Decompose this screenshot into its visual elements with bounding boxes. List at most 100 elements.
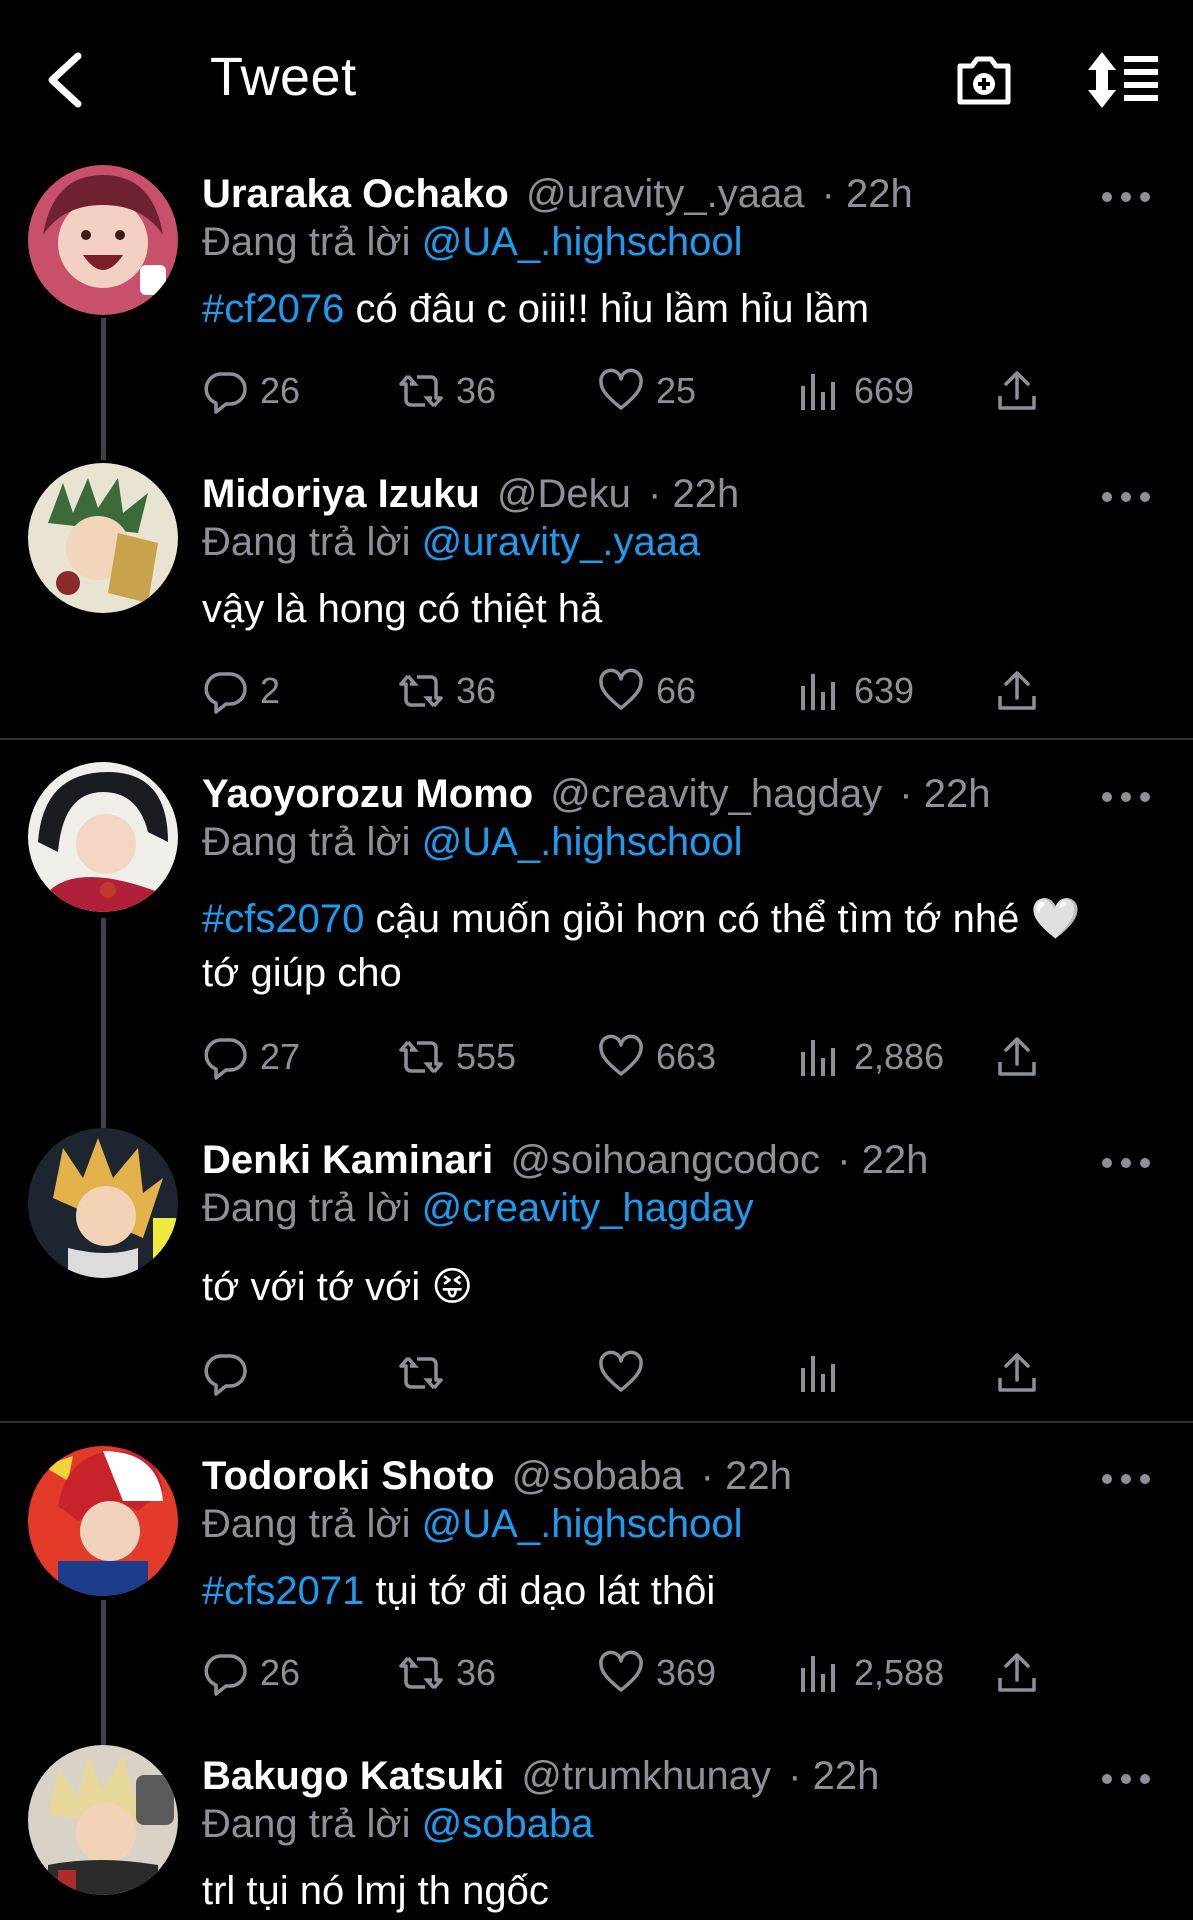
share-button[interactable] <box>994 1032 1052 1082</box>
like-count: 369 <box>656 1652 717 1693</box>
reply-button[interactable]: 27 <box>202 1032 300 1082</box>
hashtag[interactable]: #cfs2071 <box>202 1569 364 1613</box>
like-button[interactable] <box>598 1348 656 1398</box>
share-button[interactable] <box>994 1348 1052 1398</box>
reply-prefix: Đang trả lời <box>202 1802 411 1846</box>
author-handle[interactable]: @trumkhunay <box>521 1754 771 1798</box>
author-handle[interactable]: @soihoangcodoc <box>510 1138 820 1182</box>
thread-line <box>101 1600 106 1748</box>
view-count: 669 <box>854 370 915 411</box>
avatar[interactable] <box>28 463 178 613</box>
retweet-button[interactable]: 555 <box>398 1032 516 1082</box>
author-handle[interactable]: @creavity_hagday <box>550 772 882 816</box>
sort-icon[interactable] <box>1086 50 1160 110</box>
timestamp: · 22h <box>899 772 991 816</box>
avatar[interactable] <box>28 1745 178 1895</box>
views-button[interactable]: 2,588 <box>796 1648 944 1698</box>
more-icon[interactable] <box>1099 190 1153 204</box>
retweet-button[interactable] <box>398 1348 456 1398</box>
author-handle[interactable]: @uravity_.yaaa <box>526 172 805 216</box>
tweet-text-content: tớ với tớ với 😝 <box>202 1265 474 1309</box>
author-name[interactable]: Denki Kaminari <box>202 1138 493 1182</box>
reply-button[interactable] <box>202 1348 260 1398</box>
tweet-text-content: tụi tớ đi dạo lát thôi <box>364 1569 716 1613</box>
more-icon[interactable] <box>1099 1472 1153 1486</box>
reply-button[interactable]: 2 <box>202 666 280 716</box>
tweet-text-content: vậy là hong có thiệt hả <box>202 587 603 631</box>
tweet-text: #cfs2071 tụi tớ đi dạo lát thôi <box>202 1564 1143 1618</box>
divider <box>0 1421 1193 1423</box>
like-count: 66 <box>656 670 697 711</box>
view-count: 639 <box>854 670 915 711</box>
timestamp: · 22h <box>648 472 740 516</box>
reply-prefix: Đang trả lời <box>202 520 411 564</box>
avatar[interactable] <box>28 165 178 315</box>
thread-line <box>101 318 106 460</box>
like-button[interactable]: 25 <box>598 366 696 416</box>
reply-mention[interactable]: @UA_.highschool <box>422 220 743 264</box>
author-handle[interactable]: @sobaba <box>512 1454 684 1498</box>
retweet-count: 555 <box>456 1036 517 1077</box>
timestamp: · 22h <box>788 1754 880 1798</box>
retweet-button[interactable]: 36 <box>398 366 496 416</box>
like-button[interactable]: 663 <box>598 1032 716 1082</box>
avatar[interactable] <box>28 1128 178 1278</box>
tweet-text: vậy là hong có thiệt hả <box>202 582 1143 636</box>
reply-prefix: Đang trả lời <box>202 1186 411 1230</box>
tweet-text-line2: tớ giúp cho <box>202 951 402 995</box>
reply-mention[interactable]: @UA_.highschool <box>422 820 743 864</box>
retweet-count: 36 <box>456 370 497 411</box>
views-button[interactable]: 639 <box>796 666 914 716</box>
tweet-actions: 26 36 369 2,588 <box>202 1648 1082 1698</box>
hashtag[interactable]: #cfs2070 <box>202 897 364 941</box>
reply-mention[interactable]: @uravity_.yaaa <box>422 520 701 564</box>
avatar[interactable] <box>28 1446 178 1596</box>
page-title: Tweet <box>210 47 357 107</box>
timestamp: · 22h <box>700 1454 792 1498</box>
reply-mention[interactable]: @UA_.highschool <box>422 1502 743 1546</box>
top-bar: Tweet <box>0 0 1193 160</box>
author-name[interactable]: Bakugo Katsuki <box>202 1754 504 1798</box>
reply-prefix: Đang trả lời <box>202 820 411 864</box>
avatar[interactable] <box>28 762 178 912</box>
share-button[interactable] <box>994 666 1052 716</box>
tweet-text-content: cậu muốn giỏi hơn có thể tìm tớ nhé 🤍 <box>364 897 1081 941</box>
more-icon[interactable] <box>1099 490 1153 504</box>
hashtag[interactable]: #cf2076 <box>202 287 344 331</box>
author-name[interactable]: Uraraka Ochako <box>202 172 509 216</box>
reply-button[interactable]: 26 <box>202 366 300 416</box>
thread-line <box>101 918 106 1128</box>
retweet-count: 36 <box>456 1652 497 1693</box>
camera-plus-icon[interactable] <box>952 48 1016 112</box>
views-button[interactable]: 2,886 <box>796 1032 944 1082</box>
views-button[interactable] <box>796 1348 854 1398</box>
like-count: 663 <box>656 1036 717 1077</box>
view-count: 2,886 <box>854 1036 945 1077</box>
reply-count: 26 <box>260 370 301 411</box>
more-icon[interactable] <box>1099 1772 1153 1786</box>
share-button[interactable] <box>994 366 1052 416</box>
author-handle[interactable]: @Deku <box>497 472 631 516</box>
reply-mention[interactable]: @creavity_hagday <box>422 1186 754 1230</box>
author-name[interactable]: Yaoyorozu Momo <box>202 772 533 816</box>
views-button[interactable]: 669 <box>796 366 914 416</box>
retweet-button[interactable]: 36 <box>398 666 496 716</box>
reply-button[interactable]: 26 <box>202 1648 300 1698</box>
reply-count: 2 <box>260 670 281 711</box>
more-icon[interactable] <box>1099 1156 1153 1170</box>
like-count: 25 <box>656 370 697 411</box>
back-arrow-icon[interactable] <box>40 48 90 112</box>
author-name[interactable]: Midoriya Izuku <box>202 472 480 516</box>
share-button[interactable] <box>994 1648 1052 1698</box>
tweet-text: #cf2076 có đâu c oiii!! hỉu lầm hỉu lầm <box>202 282 1143 336</box>
tweet-text-content: có đâu c oiii!! hỉu lầm hỉu lầm <box>344 287 870 331</box>
reply-mention[interactable]: @sobaba <box>422 1802 594 1846</box>
reply-count: 27 <box>260 1036 301 1077</box>
like-button[interactable]: 66 <box>598 666 696 716</box>
more-icon[interactable] <box>1099 790 1153 804</box>
reply-prefix: Đang trả lời <box>202 1502 411 1546</box>
author-name[interactable]: Todoroki Shoto <box>202 1454 495 1498</box>
like-button[interactable]: 369 <box>598 1648 716 1698</box>
retweet-button[interactable]: 36 <box>398 1648 496 1698</box>
tweet-actions: 26 36 25 669 <box>202 366 1082 416</box>
